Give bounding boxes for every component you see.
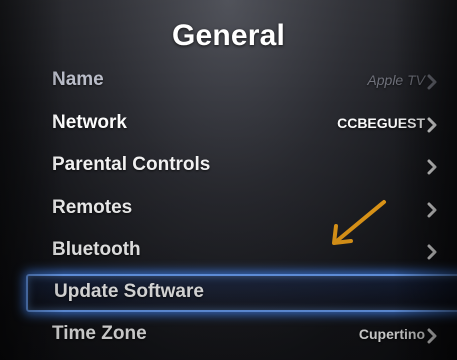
- menu-item-label: Update Software: [54, 281, 204, 302]
- apple-tv-settings-screen: General Name Apple TV Network CCBEGUEST …: [0, 0, 457, 360]
- chevron-right-icon: [427, 244, 437, 260]
- chevron-right-icon: [427, 202, 437, 218]
- menu-item-label: Remotes: [52, 197, 133, 218]
- chevron-right-icon: [427, 159, 437, 175]
- menu-item-name[interactable]: Name Apple TV: [0, 62, 457, 100]
- menu-item-value: Cupertino: [358, 326, 425, 342]
- menu-item-label: Time Zone: [52, 323, 147, 344]
- page-title: General: [171, 19, 286, 52]
- menu-item-value: Apple TV: [367, 72, 425, 88]
- menu-item-parental-controls[interactable]: Parental Controls: [0, 147, 457, 185]
- menu-item-label: Network: [52, 112, 127, 133]
- menu-item-value: CCBEGUEST: [337, 115, 425, 131]
- menu-item-time-zone[interactable]: Time Zone Cupertino: [0, 316, 457, 354]
- chevron-right-icon: [427, 117, 437, 133]
- chevron-right-icon: [427, 74, 437, 90]
- arrow-down-left-icon: [332, 200, 386, 245]
- menu-item-network[interactable]: Network CCBEGUEST: [0, 105, 457, 143]
- menu-item-label: Parental Controls: [52, 154, 211, 175]
- menu-item-update-software[interactable]: Update Software: [0, 272, 457, 312]
- chevron-right-icon: [427, 328, 437, 344]
- menu-item-label: Bluetooth: [52, 239, 141, 260]
- menu-item-label: Name: [52, 69, 104, 90]
